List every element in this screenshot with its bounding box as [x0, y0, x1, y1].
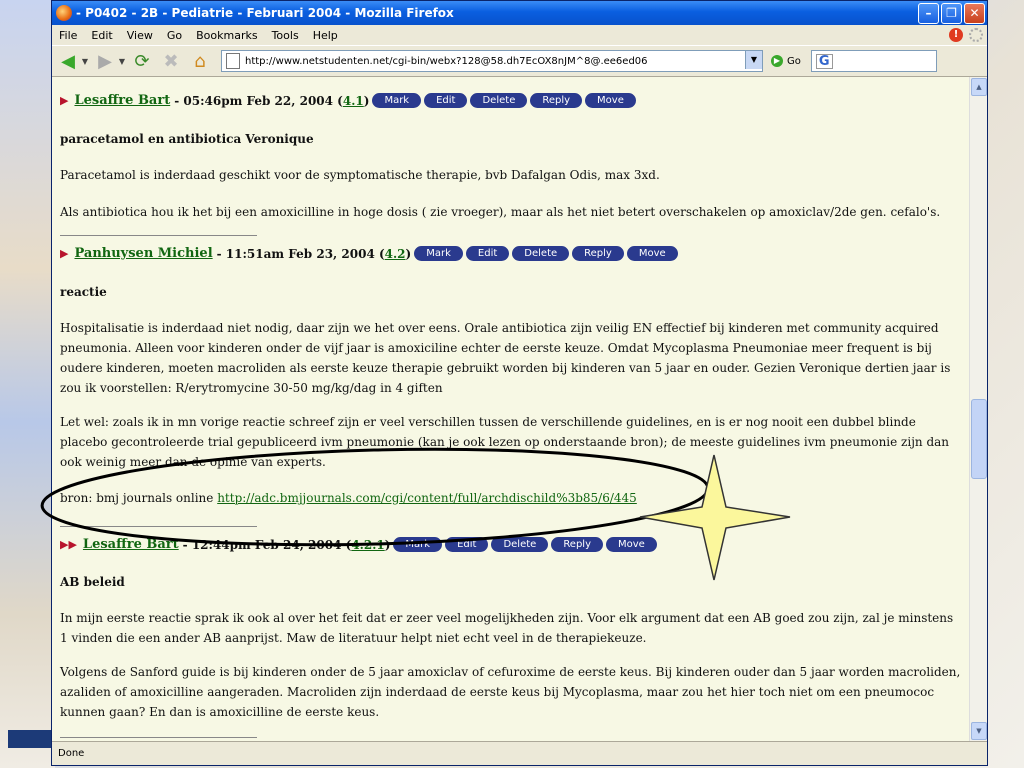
post-subject: AB beleid	[60, 575, 125, 589]
scroll-up-icon[interactable]: ▲	[971, 78, 987, 96]
reply-button[interactable]: Reply	[572, 246, 624, 261]
delete-button[interactable]: Delete	[512, 246, 570, 261]
post-divider	[60, 737, 257, 738]
move-button[interactable]: Move	[606, 537, 657, 552]
post-arrow-icon: ▶▶	[60, 538, 77, 551]
post-subject: paracetamol en antibiotica Veronique	[60, 132, 314, 146]
firefox-icon	[56, 5, 72, 21]
reload-icon[interactable]: ⟳	[129, 49, 155, 73]
post-header: ▶▶ Lesaffre Bart - 12:44pm Feb 24, 2004 …	[60, 537, 960, 552]
menu-label: Bookmarks	[196, 28, 258, 42]
navigation-toolbar: ◀ ▼ ▶ ▼ ⟳ ✖ ⌂ http://www.netstudenten.ne…	[52, 45, 987, 77]
page-icon	[226, 53, 240, 69]
delete-button[interactable]: Delete	[470, 93, 528, 108]
address-url[interactable]: http://www.netstudenten.net/cgi-bin/webx…	[245, 56, 648, 67]
menu-label: Edit	[91, 28, 113, 42]
mark-button[interactable]: Mark	[372, 93, 422, 108]
reply-button[interactable]: Reply	[551, 537, 604, 552]
author-link[interactable]: Lesaffre Bart	[83, 537, 179, 552]
post-ref-link[interactable]: 4.2	[385, 247, 406, 261]
google-icon: G	[815, 53, 833, 69]
move-button[interactable]: Move	[626, 246, 678, 261]
author-link[interactable]: Lesaffre Bart	[74, 93, 170, 108]
mark-button[interactable]: Mark	[414, 246, 463, 261]
author-link[interactable]: Panhuysen Michiel	[74, 246, 212, 261]
menu-edit[interactable]: Edit	[84, 29, 119, 42]
go-label: Go	[787, 55, 801, 67]
post-divider	[60, 235, 257, 236]
forward-dropdown-icon[interactable]: ▼	[118, 49, 126, 73]
post-arrow-icon: ▶	[60, 94, 69, 107]
menu-go[interactable]: Go	[160, 29, 189, 42]
stop-icon[interactable]: ✖	[158, 49, 184, 73]
status-bar: Done	[52, 741, 987, 765]
post-meta-close: )	[405, 246, 412, 261]
post-paragraph: In mijn eerste reactie sprak ik ook al o…	[60, 611, 954, 645]
post-paragraph: Als antibiotica hou ik het bij een amoxi…	[60, 205, 941, 219]
back-dropdown-icon[interactable]: ▼	[81, 49, 89, 73]
post-ref-link[interactable]: 4.2.1	[351, 538, 384, 552]
reply-button[interactable]: Reply	[530, 93, 583, 108]
edit-button[interactable]: Edit	[445, 537, 489, 552]
post-divider	[60, 526, 257, 527]
throbber-icon	[969, 28, 983, 42]
source-link[interactable]: http://adc.bmjjournals.com/cgi/content/f…	[217, 491, 637, 505]
post-source: bron: bmj journals online http://adc.bmj…	[60, 488, 962, 508]
update-alert-icon[interactable]: !	[949, 28, 963, 42]
scroll-down-icon[interactable]: ▼	[971, 722, 987, 740]
post-meta: - 12:44pm Feb 24, 2004 (	[182, 537, 352, 552]
post-paragraph: Let wel: zoals ik in mn vorige reactie s…	[60, 415, 950, 469]
post-paragraph: Paracetamol is inderdaad geschikt voor d…	[60, 168, 660, 182]
edit-button[interactable]: Edit	[424, 93, 468, 108]
menu-file[interactable]: File	[52, 29, 84, 42]
menu-bar: File Edit View Go Bookmarks Tools Help !	[52, 25, 987, 45]
post-header: ▶ Panhuysen Michiel - 11:51am Feb 23, 20…	[60, 246, 960, 261]
post-meta-close: )	[363, 93, 370, 108]
menu-label: Tools	[271, 28, 299, 42]
post-meta: - 05:46pm Feb 22, 2004 (	[174, 93, 343, 108]
page-content: ▶ Lesaffre Bart - 05:46pm Feb 22, 2004 (…	[52, 77, 970, 741]
browser-window: - P0402 - 2B - Pediatrie - Februari 2004…	[51, 0, 988, 766]
minimize-icon[interactable]: –	[918, 2, 939, 24]
menu-view[interactable]: View	[120, 29, 160, 42]
delete-button[interactable]: Delete	[491, 537, 549, 552]
mark-button[interactable]: Mark	[393, 537, 443, 552]
post-ref-link[interactable]: 4.1	[343, 94, 364, 108]
post-header: ▶ Lesaffre Bart - 05:46pm Feb 22, 2004 (…	[60, 93, 960, 108]
post-meta: - 11:51am Feb 23, 2004 (	[216, 246, 385, 261]
address-bar[interactable]: http://www.netstudenten.net/cgi-bin/webx…	[221, 50, 763, 72]
menu-label: View	[126, 28, 153, 42]
menu-label: File	[59, 28, 78, 42]
menu-bookmarks[interactable]: Bookmarks	[189, 29, 264, 42]
move-button[interactable]: Move	[585, 93, 636, 108]
search-box[interactable]: G	[810, 50, 937, 72]
go-button[interactable]: ▶ Go	[771, 55, 801, 67]
edit-button[interactable]: Edit	[465, 246, 510, 261]
menu-help[interactable]: Help	[306, 29, 345, 42]
desktop-background	[0, 0, 55, 768]
post-arrow-icon: ▶	[60, 247, 69, 260]
address-dropdown-icon[interactable]: ▼	[745, 51, 762, 69]
window-title: - P0402 - 2B - Pediatrie - Februari 2004…	[76, 6, 454, 20]
post-paragraph: Hospitalisatie is inderdaad niet nodig, …	[60, 321, 951, 395]
status-text: Done	[58, 748, 85, 759]
menu-label: Help	[312, 28, 338, 42]
menu-label: Go	[166, 28, 183, 42]
go-arrow-icon: ▶	[771, 55, 783, 67]
vertical-scrollbar[interactable]: ▲ ▼	[969, 77, 987, 741]
post-meta-close: )	[384, 537, 391, 552]
source-label: bron: bmj journals online	[60, 491, 218, 505]
desktop-taskbar-fragment	[8, 730, 52, 748]
forward-arrow-icon[interactable]: ▶	[92, 49, 118, 73]
close-icon[interactable]: ✕	[964, 2, 985, 24]
home-icon[interactable]: ⌂	[187, 49, 213, 73]
scroll-thumb[interactable]	[971, 399, 987, 479]
post-subject: reactie	[60, 285, 107, 299]
title-bar: - P0402 - 2B - Pediatrie - Februari 2004…	[52, 1, 987, 25]
maximize-icon[interactable]: ❐	[941, 2, 962, 24]
post-paragraph: Volgens de Sanford guide is bij kinderen…	[60, 665, 961, 719]
menu-tools[interactable]: Tools	[265, 29, 306, 42]
back-arrow-icon[interactable]: ◀	[55, 49, 81, 73]
